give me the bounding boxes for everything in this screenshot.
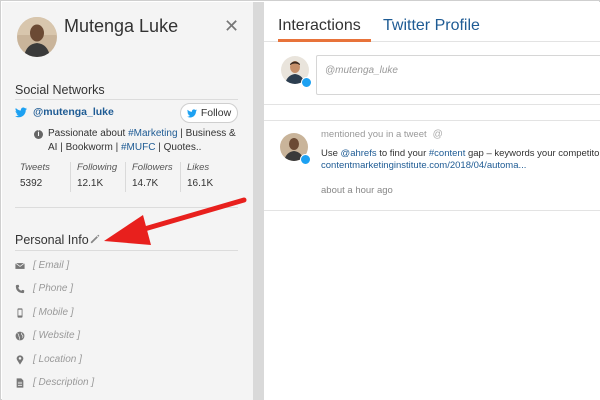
phone-field[interactable]: [ Phone ]	[15, 283, 73, 294]
tweet-timestamp: about a hour ago	[321, 185, 393, 196]
profile-avatar	[17, 17, 57, 57]
location-placeholder: [ Location ]	[33, 354, 82, 365]
twitter-account-row: @mutenga_luke	[15, 106, 114, 118]
personal-info-title: Personal Info	[15, 233, 89, 247]
app-frame: Mutenga Luke ✕ Social Networks @mutenga_…	[0, 0, 600, 400]
twitter-badge-icon	[301, 77, 312, 88]
stat-divider	[125, 162, 126, 192]
divider	[15, 250, 238, 251]
location-field[interactable]: [ Location ]	[15, 354, 82, 365]
document-icon	[16, 377, 24, 388]
pencil-edit-icon[interactable]	[90, 234, 100, 244]
tweet-text-part: Use	[321, 148, 341, 159]
stat-divider	[180, 162, 181, 192]
tweet-text: Use @ahrefs to find your #content gap – …	[321, 147, 600, 160]
tab-twitter-profile[interactable]: Twitter Profile	[383, 17, 480, 35]
panel-splitter[interactable]	[253, 2, 264, 400]
bio-text: | Quotes..	[155, 142, 202, 153]
website-field[interactable]: [ Website ]	[15, 330, 80, 341]
divider	[264, 210, 600, 211]
tab-bar: Interactions Twitter Profile	[264, 2, 600, 42]
compose-area: @mutenga_luke	[264, 43, 600, 105]
divider	[264, 120, 600, 121]
envelope-icon	[15, 262, 25, 269]
twitter-bird-icon	[186, 108, 197, 117]
mobile-icon	[17, 307, 23, 318]
stat-label-tweets: Tweets	[20, 162, 50, 173]
interactions-panel: Interactions Twitter Profile @mutenga_lu…	[264, 2, 600, 400]
mention-label: mentioned you in a tweet	[321, 129, 427, 140]
stat-label-following: Following	[77, 162, 118, 173]
email-field[interactable]: [ Email ]	[15, 260, 69, 271]
profile-name: Mutenga Luke	[64, 16, 179, 36]
social-networks-title: Social Networks	[15, 83, 105, 97]
hashtag-link[interactable]: #content	[429, 148, 465, 159]
follow-label: Follow	[200, 107, 232, 119]
stat-divider	[70, 162, 71, 192]
email-placeholder: [ Email ]	[33, 260, 70, 271]
description-placeholder: [ Description ]	[33, 377, 95, 388]
stat-value-likes: 16.1K	[187, 178, 214, 189]
tweet-text-part: gap – keywords your competitors ra	[467, 148, 600, 159]
hashtag-link[interactable]: #MUFC	[121, 142, 155, 153]
stat-value-following: 12.1K	[77, 178, 104, 189]
divider	[15, 207, 238, 208]
globe-icon	[15, 331, 25, 340]
twitter-handle-link[interactable]: @mutenga_luke	[33, 106, 114, 118]
follow-button[interactable]: Follow	[180, 103, 238, 123]
active-tab-indicator	[278, 39, 371, 42]
stat-value-tweets: 5392	[20, 178, 43, 189]
mention-header: mentioned you in a tweet @	[321, 129, 443, 140]
tweet-compose-input[interactable]: @mutenga_luke	[316, 55, 600, 95]
divider	[15, 99, 238, 100]
tweet-url-link[interactable]: contentmarketinginstitute.com/2018/04/au…	[321, 160, 526, 171]
mobile-placeholder: [ Mobile ]	[33, 307, 74, 318]
twitter-bio: Passionate about #Marketing | Business &…	[48, 127, 246, 155]
phone-icon	[15, 284, 25, 293]
close-icon[interactable]: ✕	[224, 16, 239, 36]
website-placeholder: [ Website ]	[33, 330, 81, 341]
twitter-bird-icon	[15, 107, 27, 117]
stat-label-likes: Likes	[187, 162, 210, 173]
stat-label-followers: Followers	[132, 162, 173, 173]
bio-text: Passionate about	[48, 128, 129, 139]
contact-details-panel: Mutenga Luke ✕ Social Networks @mutenga_…	[2, 2, 253, 400]
description-field[interactable]: [ Description ]	[15, 377, 94, 388]
hashtag-link[interactable]: #Marketing	[128, 128, 177, 139]
tab-interactions[interactable]: Interactions	[278, 17, 361, 35]
mention-link[interactable]: @ahrefs	[341, 148, 377, 159]
tweet-text-part: to find your	[376, 148, 429, 159]
info-icon: i	[34, 130, 43, 139]
location-pin-icon	[16, 354, 24, 365]
at-sign-icon: @	[432, 129, 443, 140]
twitter-badge-icon	[300, 154, 311, 165]
phone-placeholder: [ Phone ]	[33, 283, 74, 294]
mobile-field[interactable]: [ Mobile ]	[15, 307, 74, 318]
stat-value-followers: 14.7K	[132, 178, 159, 189]
